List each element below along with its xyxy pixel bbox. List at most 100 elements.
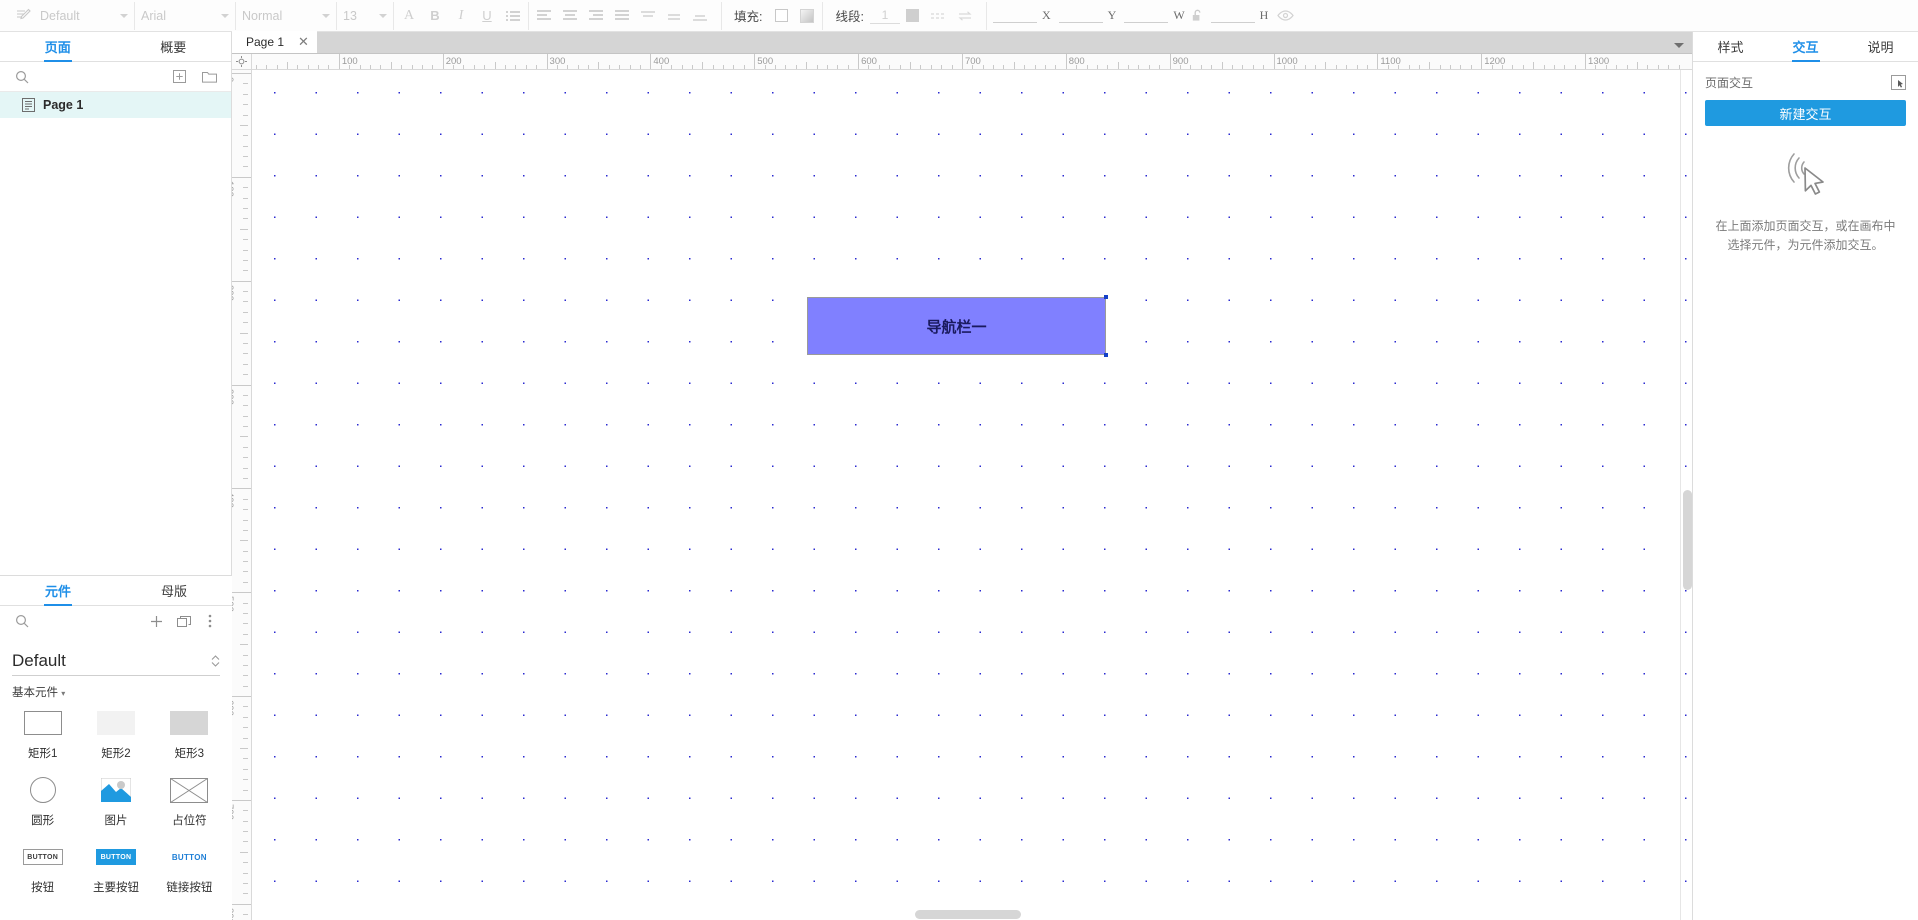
- tab-widgets[interactable]: 元件: [0, 576, 116, 605]
- x-input[interactable]: [992, 8, 1037, 23]
- line-arrow-icon[interactable]: [952, 3, 978, 29]
- tab-masters[interactable]: 母版: [116, 576, 232, 605]
- tab-style[interactable]: 样式: [1693, 32, 1768, 61]
- ruler-origin[interactable]: [232, 54, 252, 70]
- selection-handle-br[interactable]: [1104, 353, 1108, 357]
- left-panel: 页面 概要 Page 1 元件 母版 Default 基本元件 ▾ 矩形1 矩形…: [0, 32, 232, 920]
- ruler-major-tick: [232, 488, 251, 490]
- page-interaction-label: 页面交互: [1705, 75, 1754, 90]
- font-size-select[interactable]: 13: [339, 3, 391, 29]
- valign-bottom-icon[interactable]: [687, 3, 713, 29]
- plus-icon[interactable]: [146, 611, 166, 631]
- ruler-minor-tick: [243, 623, 248, 625]
- eye-icon[interactable]: [1272, 3, 1298, 29]
- widget-rectangle-1[interactable]: 矩形1: [6, 702, 79, 769]
- search-icon[interactable]: [12, 611, 32, 631]
- toolbar-divider: [985, 1, 987, 30]
- ruler-minor-tick: [243, 810, 248, 812]
- ruler-minor-tick: [243, 872, 248, 874]
- bullet-list-icon[interactable]: [500, 3, 526, 29]
- more-options-icon[interactable]: [200, 611, 220, 631]
- vertical-scroll-thumb[interactable]: [1683, 490, 1692, 590]
- bold-button[interactable]: B: [422, 3, 448, 29]
- ruler-major-tick: [232, 384, 251, 386]
- align-left-icon[interactable]: [531, 3, 557, 29]
- lock-open-icon[interactable]: [1189, 3, 1207, 29]
- fill-color-swatch[interactable]: [768, 3, 794, 29]
- italic-button[interactable]: I: [448, 3, 474, 29]
- font-color-icon[interactable]: A: [396, 3, 422, 29]
- widget-label: 矩形3: [174, 748, 205, 760]
- library-section-header[interactable]: 基本元件 ▾: [0, 676, 232, 702]
- canvas-vertical-scrollbar[interactable]: [1680, 70, 1692, 920]
- navbar-rectangle[interactable]: 导航栏一: [807, 297, 1106, 355]
- ruler-major-tick: [232, 903, 251, 905]
- fill-gradient-swatch[interactable]: [794, 3, 820, 29]
- vertical-ruler[interactable]: 0 100 200 300 400 500 600 700 800: [232, 70, 252, 920]
- widget-rectangle-2[interactable]: 矩形2: [79, 702, 152, 769]
- line-color-swatch[interactable]: [900, 3, 926, 29]
- widget-placeholder[interactable]: 占位符: [153, 769, 226, 836]
- canvas-tab-label: Page 1: [246, 35, 285, 49]
- ruler-minor-tick: [243, 727, 248, 729]
- underline-button[interactable]: U: [474, 3, 500, 29]
- canvas-horizontal-scrollbar[interactable]: [252, 908, 1680, 920]
- widget-rectangle-3[interactable]: 矩形3: [153, 702, 226, 769]
- tab-pages[interactable]: 页面: [0, 32, 116, 61]
- align-center-icon[interactable]: [557, 3, 583, 29]
- select-target-icon[interactable]: [1891, 74, 1906, 90]
- widget-primary-button[interactable]: BUTTON 主要按钮: [79, 836, 152, 903]
- valign-top-icon[interactable]: [635, 3, 661, 29]
- ruler-minor-tick: [1013, 62, 1015, 69]
- align-right-icon[interactable]: [583, 3, 609, 29]
- valign-middle-icon[interactable]: [661, 3, 687, 29]
- align-justify-icon[interactable]: [609, 3, 635, 29]
- ruler-minor-tick: [243, 218, 248, 220]
- widget-button[interactable]: BUTTON 按钮: [6, 836, 79, 903]
- library-section-label: 基本元件: [12, 687, 58, 699]
- w-input[interactable]: [1124, 8, 1169, 23]
- line-width-input[interactable]: 1: [869, 8, 900, 24]
- add-folder-icon[interactable]: [199, 67, 219, 87]
- font-family-value: Arial: [141, 8, 167, 23]
- style-brush-icon[interactable]: [10, 3, 36, 29]
- add-page-icon[interactable]: [169, 67, 189, 87]
- widget-link-button[interactable]: BUTTON 链接按钮: [153, 836, 226, 903]
- ruler-minor-tick: [243, 498, 248, 500]
- h-input[interactable]: [1210, 8, 1255, 23]
- page-tree-item[interactable]: Page 1: [0, 92, 231, 118]
- ruler-minor-tick: [243, 633, 248, 635]
- ruler-minor-tick: [806, 62, 808, 69]
- tab-outline[interactable]: 概要: [116, 32, 232, 61]
- font-weight-select[interactable]: Normal: [238, 3, 334, 29]
- ruler-minor-tick: [243, 259, 248, 261]
- line-style-dashed-icon[interactable]: [926, 3, 952, 29]
- widget-library-panel: 元件 母版 Default 基本元件 ▾ 矩形1 矩形2 矩形3 圆形 图片 占…: [0, 575, 232, 920]
- ruler-minor-tick: [243, 685, 248, 687]
- horizontal-scroll-thumb[interactable]: [915, 910, 1021, 919]
- canvas-area: Page 1 ✕ 0100200300400500600700800900100…: [232, 31, 1692, 920]
- y-input[interactable]: [1058, 8, 1103, 23]
- horizontal-ruler[interactable]: 0100200300400500600700800900100011001200…: [232, 54, 1692, 70]
- ruler-minor-tick: [243, 405, 248, 407]
- ruler-minor-tick: [243, 716, 248, 718]
- search-icon[interactable]: [12, 67, 32, 87]
- design-canvas[interactable]: 导航栏一: [252, 70, 1692, 920]
- widget-circle[interactable]: 圆形: [6, 769, 79, 836]
- tab-interactions[interactable]: 交互: [1768, 32, 1843, 61]
- library-select[interactable]: Default: [12, 646, 220, 676]
- duplicate-icon[interactable]: [174, 611, 194, 631]
- ruler-minor-tick: [910, 62, 912, 69]
- widget-image[interactable]: 图片: [79, 769, 152, 836]
- selection-handle-tr[interactable]: [1104, 295, 1108, 299]
- canvas-tab-page1[interactable]: Page 1 ✕: [232, 31, 317, 53]
- font-family-select[interactable]: Arial: [137, 3, 233, 29]
- ruler-minor-tick: [243, 664, 248, 666]
- close-icon[interactable]: ✕: [298, 34, 309, 50]
- ruler-major-tick: [232, 799, 251, 801]
- chevron-down-icon[interactable]: [1674, 43, 1684, 48]
- tab-notes[interactable]: 说明: [1843, 32, 1918, 61]
- new-interaction-button[interactable]: 新建交互: [1705, 100, 1906, 126]
- style-select[interactable]: Default: [36, 3, 132, 29]
- ruler-minor-tick: [243, 343, 248, 344]
